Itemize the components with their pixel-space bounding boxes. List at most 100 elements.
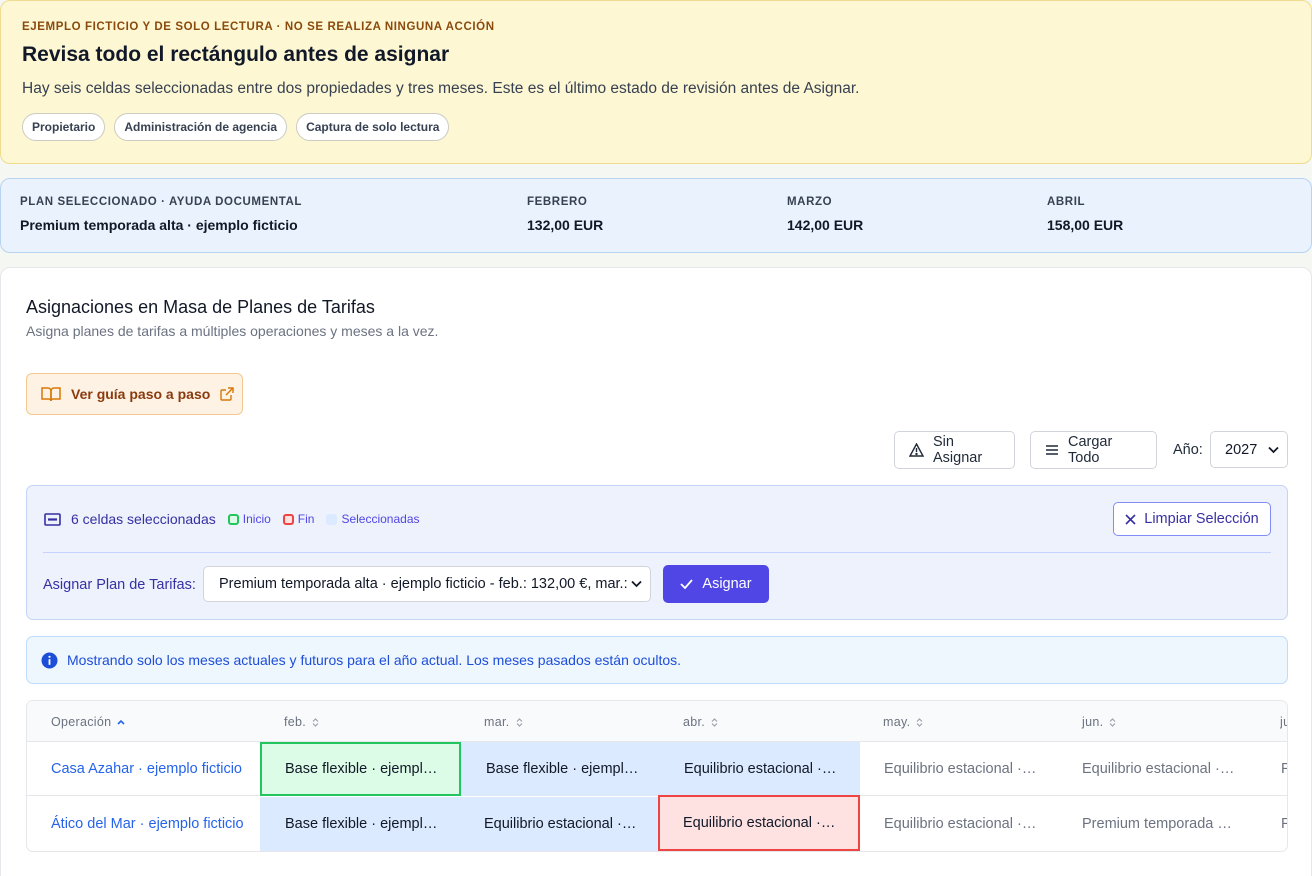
cell[interactable]: Premium temporada … — [1059, 797, 1259, 851]
unassigned-label: Sin Asignar — [933, 434, 983, 466]
selected-plan-panel: PLAN SELECCIONADO · AYUDA DOCUMENTAL Pre… — [0, 178, 1312, 253]
sort-icon — [916, 717, 923, 727]
banner-description: Hay seis celdas seleccionadas entre dos … — [22, 80, 860, 97]
plan-month-value: 142,00 EUR — [787, 217, 864, 233]
load-all-button[interactable]: Cargar Todo — [1030, 431, 1157, 469]
selection-summary: 6 celdas seleccionadas Inicio Fin Selecc… — [44, 511, 420, 527]
header-may[interactable]: may. — [883, 715, 923, 729]
cell[interactable]: Equilibrio estacional ·… — [1059, 742, 1259, 796]
header-label: mar. — [484, 715, 510, 729]
banner-title: Revisa todo el rectángulo antes de asign… — [22, 43, 450, 66]
sort-icon — [312, 717, 319, 727]
year-value: 2027 — [1225, 441, 1258, 458]
external-link-icon — [220, 387, 234, 401]
review-banner: EJEMPLO FICTICIO Y DE SOLO LECTURA · NO … — [0, 0, 1312, 164]
year-select[interactable]: 2027 — [1210, 431, 1288, 468]
header-label: jun. — [1082, 715, 1104, 729]
year-label: Año: — [1173, 442, 1203, 458]
sort-asc-icon — [117, 719, 125, 725]
cell[interactable]: F — [1259, 742, 1287, 796]
plan-month-april: ABRIL 158,00 EUR — [1047, 196, 1123, 233]
guide-button[interactable]: Ver guía paso a paso — [26, 373, 243, 415]
cell-selected[interactable]: Base flexible · ejempl… — [461, 742, 661, 796]
header-mar[interactable]: mar. — [484, 715, 523, 729]
legend-end-swatch — [282, 513, 294, 525]
pill-agency-admin: Administración de agencia — [114, 113, 288, 141]
unassigned-button[interactable]: Sin Asignar — [894, 431, 1015, 469]
assign-plan-select[interactable]: Premium temporada alta · ejemplo fictici… — [203, 566, 651, 602]
cell[interactable]: Equilibrio estacional ·… — [860, 742, 1059, 796]
pill-owner: Propietario — [22, 113, 106, 141]
legend-selected: Seleccionadas — [326, 512, 420, 526]
cell-end[interactable]: Equilibrio estacional ·… — [658, 795, 860, 851]
guide-label: Ver guía paso a paso — [71, 386, 211, 402]
header-jul[interactable]: jul. — [1280, 715, 1287, 729]
book-icon — [41, 386, 61, 402]
pill-read-only: Captura de solo lectura — [296, 113, 450, 141]
assign-label: Asignar — [702, 576, 752, 592]
info-message: Mostrando solo los meses actuales y futu… — [67, 652, 682, 668]
cell-start[interactable]: Base flexible · ejempl… — [260, 742, 461, 796]
selection-icon — [44, 512, 61, 526]
warning-icon — [909, 443, 924, 457]
header-label: Operación — [51, 715, 112, 729]
plan-month-label: FEBRERO — [527, 196, 588, 208]
cell-selected[interactable]: Base flexible · ejempl… — [260, 797, 459, 851]
plan-month-value: 132,00 EUR — [527, 217, 604, 233]
plan-month-label: ABRIL — [1047, 196, 1086, 208]
cell-selected[interactable]: Equilibrio estacional ·… — [661, 742, 860, 796]
assign-plan-value: Premium temporada alta · ejemplo fictici… — [219, 576, 631, 592]
header-label: jul. — [1280, 715, 1287, 729]
selection-divider — [43, 552, 1271, 553]
assign-button[interactable]: Asignar — [663, 565, 769, 603]
check-icon — [680, 579, 694, 589]
sort-icon — [711, 717, 718, 727]
legend-start-label: Inicio — [242, 512, 271, 526]
page-title: Asignaciones en Masa de Planes de Tarifa… — [26, 297, 375, 317]
load-all-label: Cargar Todo — [1068, 434, 1113, 466]
chevron-down-icon — [631, 580, 642, 588]
page-subtitle: Asigna planes de tarifas a múltiples ope… — [26, 323, 439, 339]
banner-pills: Propietario Administración de agencia Ca… — [22, 113, 1291, 141]
sort-icon — [1109, 717, 1116, 727]
plan-name-column: PLAN SELECCIONADO · AYUDA DOCUMENTAL Pre… — [20, 196, 302, 233]
clear-selection-button[interactable]: Limpiar Selección — [1113, 502, 1271, 536]
header-jun[interactable]: jun. — [1082, 715, 1116, 729]
header-operation[interactable]: Operación — [51, 715, 125, 729]
close-icon — [1125, 513, 1136, 525]
plan-label: PLAN SELECCIONADO · AYUDA DOCUMENTAL — [20, 196, 303, 208]
info-message-panel: Mostrando solo los meses actuales y futu… — [26, 636, 1288, 684]
header-apr[interactable]: abr. — [683, 715, 718, 729]
plan-month-march: MARZO 142,00 EUR — [787, 196, 863, 233]
plan-month-label: MARZO — [787, 196, 833, 208]
info-icon — [41, 652, 58, 669]
table-header: Operación feb. mar. abr. may. jun. j — [27, 701, 1287, 742]
header-label: may. — [883, 715, 911, 729]
list-icon — [1045, 444, 1059, 456]
assign-plan-label: Asignar Plan de Tarifas: — [43, 577, 196, 593]
header-feb[interactable]: feb. — [284, 715, 319, 729]
plan-name: Premium temporada alta · ejemplo fictici… — [20, 217, 298, 233]
cell[interactable]: Equilibrio estacional ·… — [860, 797, 1059, 851]
legend-selected-swatch — [326, 513, 338, 525]
sort-icon — [516, 717, 523, 727]
cell-selected[interactable]: Equilibrio estacional ·… — [459, 797, 658, 851]
assignments-table: Operación feb. mar. abr. may. jun. j Cas… — [26, 700, 1288, 852]
bulk-assignments-card: Asignaciones en Masa de Planes de Tarifa… — [0, 267, 1312, 876]
legend-end-label: Fin — [297, 512, 315, 526]
table-row: Casa Azahar · ejemplo ficticio Base flex… — [27, 742, 1287, 796]
banner-kicker: EJEMPLO FICTICIO Y DE SOLO LECTURA · NO … — [22, 21, 495, 33]
operation-link[interactable]: Casa Azahar · ejemplo ficticio — [51, 761, 242, 777]
plan-month-value: 158,00 EUR — [1047, 217, 1124, 233]
chevron-down-icon — [1268, 446, 1279, 454]
legend-selected-label: Seleccionadas — [341, 512, 420, 526]
table-row: Ático del Mar · ejemplo ficticio Base fl… — [27, 795, 1287, 851]
legend-end: Fin — [282, 512, 315, 526]
legend-start: Inicio — [227, 512, 271, 526]
legend-start-swatch — [227, 513, 239, 525]
cell[interactable]: F — [1259, 797, 1287, 851]
selection-panel: 6 celdas seleccionadas Inicio Fin Selecc… — [26, 485, 1288, 620]
header-label: feb. — [284, 715, 307, 729]
plan-month-february: FEBRERO 132,00 EUR — [527, 196, 603, 233]
operation-link[interactable]: Ático del Mar · ejemplo ficticio — [51, 816, 244, 832]
